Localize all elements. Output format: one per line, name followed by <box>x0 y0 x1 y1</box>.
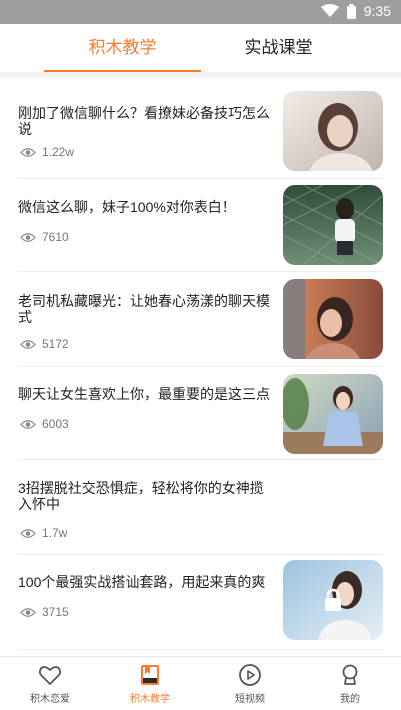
bottom-nav: 积木恋爱 积木教学 短视频 我的 <box>0 656 401 710</box>
profile-icon <box>342 664 358 685</box>
eye-icon <box>20 147 36 157</box>
nav-label: 我的 <box>340 694 360 705</box>
article-thumbnail <box>283 185 383 265</box>
article-card[interactable]: 老司机私藏曝光：让她春心荡漾的聊天模式 5172 <box>18 279 383 359</box>
tab-jimu-teaching[interactable]: 积木教学 <box>44 24 201 72</box>
article-views: 6003 <box>20 417 69 431</box>
status-bar: 9:35 <box>0 0 401 24</box>
top-tabs: 积木教学 实战课堂 <box>0 24 401 72</box>
heart-icon <box>38 666 62 685</box>
view-count: 1.22w <box>42 145 75 159</box>
article-views: 7610 <box>20 230 69 244</box>
article-title: 聊天让女生喜欢上你，最重要的是这三点 <box>18 386 270 402</box>
eye-icon <box>20 607 36 617</box>
article-thumbnail <box>283 279 383 359</box>
view-count: 1.7w <box>42 526 68 540</box>
article-views: 5172 <box>20 337 69 351</box>
divider <box>18 178 383 179</box>
article-feed[interactable]: 刚加了微信聊什么？看撩妹必备技巧怎么说 1.22w 微信这么聊，妹子100%对你… <box>0 78 401 656</box>
article-card[interactable]: 刚加了微信聊什么？看撩妹必备技巧怎么说 1.22w <box>18 91 383 173</box>
eye-icon <box>20 419 36 429</box>
article-thumbnail <box>283 91 383 171</box>
divider <box>18 459 383 460</box>
nav-label: 积木恋爱 <box>30 694 70 705</box>
article-views: 1.22w <box>20 145 74 159</box>
article-card[interactable]: 3招摆脱社交恐惧症，轻松将你的女神揽入怀中 1.7w <box>18 468 383 552</box>
status-time: 9:35 <box>363 3 391 19</box>
nav-label: 积木教学 <box>130 694 170 705</box>
article-card[interactable]: 微信这么聊，妹子100%对你表白！ 7610 <box>18 185 383 265</box>
eye-icon <box>20 528 36 538</box>
view-count: 7610 <box>42 230 69 244</box>
view-count: 3715 <box>42 605 69 619</box>
article-card[interactable]: 100个最强实战搭讪套路，用起来真的爽 3715 <box>18 560 383 640</box>
article-title: 刚加了微信聊什么？看撩妹必备技巧怎么说 <box>18 105 270 137</box>
divider <box>18 649 383 650</box>
article-card[interactable]: 聊天让女生喜欢上你，最重要的是这三点 6003 <box>18 374 383 454</box>
wifi-icon <box>320 4 339 17</box>
nav-mine[interactable]: 我的 <box>300 657 400 710</box>
article-title: 100个最强实战搭讪套路，用起来真的爽 <box>18 574 266 590</box>
play-icon <box>239 664 261 686</box>
article-thumbnail <box>283 374 383 454</box>
nav-label: 短视频 <box>235 694 265 705</box>
eye-icon <box>20 339 36 349</box>
view-count: 5172 <box>42 337 69 351</box>
eye-icon <box>20 232 36 242</box>
article-views: 1.7w <box>20 526 67 540</box>
nav-jimu-teaching[interactable]: 积木教学 <box>100 657 200 710</box>
tab-practice-class[interactable]: 实战课堂 <box>200 24 357 72</box>
article-title: 3招摆脱社交恐惧症，轻松将你的女神揽入怀中 <box>18 480 264 512</box>
article-views: 3715 <box>20 605 69 619</box>
divider <box>18 366 383 367</box>
lock-icon <box>325 588 341 611</box>
nav-jimu-love[interactable]: 积木恋爱 <box>0 657 100 710</box>
article-thumbnail <box>283 560 383 640</box>
status-icons: 9:35 <box>320 3 391 19</box>
article-title: 老司机私藏曝光：让她春心荡漾的聊天模式 <box>18 293 270 325</box>
article-title: 微信这么聊，妹子100%对你表白！ <box>18 199 236 215</box>
book-icon <box>141 665 159 685</box>
battery-icon <box>346 3 356 19</box>
nav-short-video[interactable]: 短视频 <box>200 657 300 710</box>
divider <box>18 271 383 272</box>
divider <box>18 554 383 555</box>
view-count: 6003 <box>42 417 69 431</box>
